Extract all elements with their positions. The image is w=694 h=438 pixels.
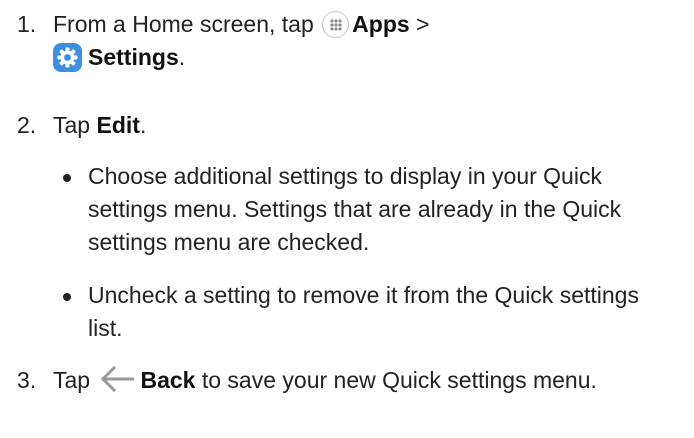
step-1-intro: From a Home screen, tap — [53, 11, 321, 37]
settings-label: Settings — [88, 44, 179, 70]
bullet-2-text: Uncheck a setting to remove it from the … — [88, 282, 639, 341]
bullet-dot — [63, 174, 71, 182]
step-1-number: 1. — [17, 11, 37, 37]
bullet-dot — [63, 293, 71, 301]
step-2-number: 2. — [17, 112, 37, 138]
back-arrow-icon — [100, 366, 135, 392]
menu-separator: > — [409, 11, 430, 37]
edit-label: Edit — [96, 112, 140, 138]
bullet-1-text: Choose additional settings to display in… — [88, 163, 622, 255]
step-3-intro: Tap — [53, 367, 97, 393]
instruction-document: 1. From a Home screen, tap Apps > Settin… — [0, 0, 694, 438]
apps-grid-icon — [322, 11, 350, 38]
step-3-outro: to save your new Quick settings menu. — [195, 367, 597, 393]
step-1-period: . — [178, 44, 186, 70]
step-2-period: . — [139, 112, 147, 138]
step-3-text: Tap Back to save your new Quick settings… — [53, 364, 673, 397]
back-label: Back — [140, 367, 196, 393]
step-2-intro: Tap — [53, 112, 97, 138]
apps-label: Apps — [352, 11, 410, 37]
step-3-number: 3. — [17, 367, 37, 393]
settings-gear-icon — [53, 43, 82, 72]
step-2-text: Tap Edit. — [53, 109, 673, 142]
step-1-text: From a Home screen, tap Apps > Settings. — [53, 8, 673, 74]
